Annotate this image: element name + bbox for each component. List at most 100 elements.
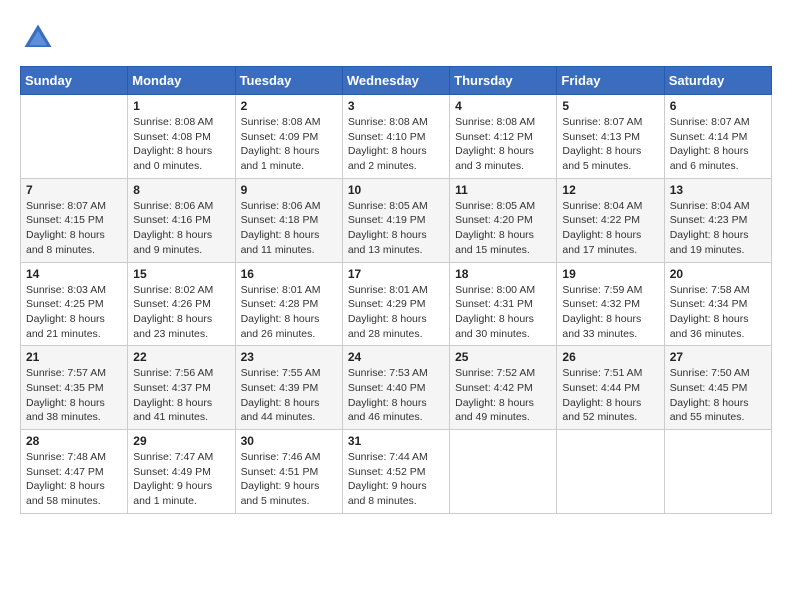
day-number: 17: [348, 267, 444, 281]
calendar-week-row: 7 Sunrise: 8:07 AM Sunset: 4:15 PM Daylig…: [21, 178, 772, 262]
day-number: 18: [455, 267, 551, 281]
calendar-week-row: 28 Sunrise: 7:48 AM Sunset: 4:47 PM Dayli…: [21, 430, 772, 514]
logo-icon: [20, 20, 56, 56]
calendar-cell: 1 Sunrise: 8:08 AM Sunset: 4:08 PM Daylig…: [128, 95, 235, 179]
day-info: Sunrise: 7:52 AM Sunset: 4:42 PM Dayligh…: [455, 366, 551, 425]
day-info: Sunrise: 8:08 AM Sunset: 4:12 PM Dayligh…: [455, 115, 551, 174]
day-number: 26: [562, 350, 658, 364]
calendar-body: 1 Sunrise: 8:08 AM Sunset: 4:08 PM Daylig…: [21, 95, 772, 514]
calendar-cell: 15 Sunrise: 8:02 AM Sunset: 4:26 PM Dayli…: [128, 262, 235, 346]
calendar-cell: 10 Sunrise: 8:05 AM Sunset: 4:19 PM Dayli…: [342, 178, 449, 262]
day-number: 6: [670, 99, 766, 113]
weekday-header: Friday: [557, 67, 664, 95]
day-number: 31: [348, 434, 444, 448]
day-info: Sunrise: 8:07 AM Sunset: 4:14 PM Dayligh…: [670, 115, 766, 174]
calendar-cell: 18 Sunrise: 8:00 AM Sunset: 4:31 PM Dayli…: [450, 262, 557, 346]
day-info: Sunrise: 7:48 AM Sunset: 4:47 PM Dayligh…: [26, 450, 122, 509]
calendar-cell: 23 Sunrise: 7:55 AM Sunset: 4:39 PM Dayli…: [235, 346, 342, 430]
logo: [20, 20, 62, 56]
day-info: Sunrise: 7:51 AM Sunset: 4:44 PM Dayligh…: [562, 366, 658, 425]
day-info: Sunrise: 8:02 AM Sunset: 4:26 PM Dayligh…: [133, 283, 229, 342]
day-number: 12: [562, 183, 658, 197]
day-info: Sunrise: 8:07 AM Sunset: 4:15 PM Dayligh…: [26, 199, 122, 258]
day-info: Sunrise: 8:00 AM Sunset: 4:31 PM Dayligh…: [455, 283, 551, 342]
day-info: Sunrise: 8:06 AM Sunset: 4:18 PM Dayligh…: [241, 199, 337, 258]
day-info: Sunrise: 7:58 AM Sunset: 4:34 PM Dayligh…: [670, 283, 766, 342]
day-number: 16: [241, 267, 337, 281]
day-number: 13: [670, 183, 766, 197]
calendar-cell: 11Sunrise: 8:05 AM Sunset: 4:20 PM Dayli…: [450, 178, 557, 262]
weekday-header: Tuesday: [235, 67, 342, 95]
calendar-cell: 21 Sunrise: 7:57 AM Sunset: 4:35 PM Dayli…: [21, 346, 128, 430]
day-info: Sunrise: 8:04 AM Sunset: 4:22 PM Dayligh…: [562, 199, 658, 258]
calendar-cell: 5 Sunrise: 8:07 AM Sunset: 4:13 PM Daylig…: [557, 95, 664, 179]
day-info: Sunrise: 8:08 AM Sunset: 4:08 PM Dayligh…: [133, 115, 229, 174]
page-header: [20, 20, 772, 56]
day-number: 24: [348, 350, 444, 364]
weekday-header: Sunday: [21, 67, 128, 95]
calendar-cell: 7 Sunrise: 8:07 AM Sunset: 4:15 PM Daylig…: [21, 178, 128, 262]
calendar-cell: 8Sunrise: 8:06 AM Sunset: 4:16 PM Daylig…: [128, 178, 235, 262]
day-info: Sunrise: 8:03 AM Sunset: 4:25 PM Dayligh…: [26, 283, 122, 342]
calendar-cell: [557, 430, 664, 514]
calendar-cell: 19Sunrise: 7:59 AM Sunset: 4:32 PM Dayli…: [557, 262, 664, 346]
day-info: Sunrise: 8:08 AM Sunset: 4:10 PM Dayligh…: [348, 115, 444, 174]
calendar-cell: 31 Sunrise: 7:44 AM Sunset: 4:52 PM Dayli…: [342, 430, 449, 514]
day-number: 19: [562, 267, 658, 281]
calendar-cell: 4 Sunrise: 8:08 AM Sunset: 4:12 PM Daylig…: [450, 95, 557, 179]
calendar-cell: 9 Sunrise: 8:06 AM Sunset: 4:18 PM Daylig…: [235, 178, 342, 262]
day-number: 4: [455, 99, 551, 113]
calendar-cell: 20 Sunrise: 7:58 AM Sunset: 4:34 PM Dayli…: [664, 262, 771, 346]
day-info: Sunrise: 7:56 AM Sunset: 4:37 PM Dayligh…: [133, 366, 229, 425]
calendar-cell: 2Sunrise: 8:08 AM Sunset: 4:09 PM Daylig…: [235, 95, 342, 179]
calendar-week-row: 14 Sunrise: 8:03 AM Sunset: 4:25 PM Dayli…: [21, 262, 772, 346]
day-number: 20: [670, 267, 766, 281]
day-info: Sunrise: 7:46 AM Sunset: 4:51 PM Dayligh…: [241, 450, 337, 509]
calendar-cell: [21, 95, 128, 179]
day-info: Sunrise: 7:47 AM Sunset: 4:49 PM Dayligh…: [133, 450, 229, 509]
calendar-cell: 22Sunrise: 7:56 AM Sunset: 4:37 PM Dayli…: [128, 346, 235, 430]
calendar-cell: 17Sunrise: 8:01 AM Sunset: 4:29 PM Dayli…: [342, 262, 449, 346]
day-info: Sunrise: 7:44 AM Sunset: 4:52 PM Dayligh…: [348, 450, 444, 509]
day-number: 9: [241, 183, 337, 197]
calendar-cell: 3Sunrise: 8:08 AM Sunset: 4:10 PM Daylig…: [342, 95, 449, 179]
calendar-week-row: 1 Sunrise: 8:08 AM Sunset: 4:08 PM Daylig…: [21, 95, 772, 179]
day-number: 21: [26, 350, 122, 364]
calendar-cell: 26 Sunrise: 7:51 AM Sunset: 4:44 PM Dayli…: [557, 346, 664, 430]
day-number: 7: [26, 183, 122, 197]
day-info: Sunrise: 8:06 AM Sunset: 4:16 PM Dayligh…: [133, 199, 229, 258]
day-number: 27: [670, 350, 766, 364]
day-number: 1: [133, 99, 229, 113]
weekday-header: Wednesday: [342, 67, 449, 95]
day-number: 25: [455, 350, 551, 364]
day-info: Sunrise: 7:53 AM Sunset: 4:40 PM Dayligh…: [348, 366, 444, 425]
day-info: Sunrise: 8:07 AM Sunset: 4:13 PM Dayligh…: [562, 115, 658, 174]
day-number: 2: [241, 99, 337, 113]
day-number: 5: [562, 99, 658, 113]
day-number: 28: [26, 434, 122, 448]
calendar-cell: 14 Sunrise: 8:03 AM Sunset: 4:25 PM Dayli…: [21, 262, 128, 346]
day-number: 29: [133, 434, 229, 448]
calendar-cell: 25 Sunrise: 7:52 AM Sunset: 4:42 PM Dayli…: [450, 346, 557, 430]
day-number: 30: [241, 434, 337, 448]
day-info: Sunrise: 7:50 AM Sunset: 4:45 PM Dayligh…: [670, 366, 766, 425]
calendar-cell: [664, 430, 771, 514]
calendar-cell: 28 Sunrise: 7:48 AM Sunset: 4:47 PM Dayli…: [21, 430, 128, 514]
calendar-cell: 6 Sunrise: 8:07 AM Sunset: 4:14 PM Daylig…: [664, 95, 771, 179]
day-info: Sunrise: 8:05 AM Sunset: 4:19 PM Dayligh…: [348, 199, 444, 258]
day-info: Sunrise: 7:55 AM Sunset: 4:39 PM Dayligh…: [241, 366, 337, 425]
day-number: 14: [26, 267, 122, 281]
day-number: 23: [241, 350, 337, 364]
calendar-cell: 27 Sunrise: 7:50 AM Sunset: 4:45 PM Dayli…: [664, 346, 771, 430]
calendar-cell: 13 Sunrise: 8:04 AM Sunset: 4:23 PM Dayli…: [664, 178, 771, 262]
day-info: Sunrise: 8:04 AM Sunset: 4:23 PM Dayligh…: [670, 199, 766, 258]
day-number: 15: [133, 267, 229, 281]
day-info: Sunrise: 8:05 AM Sunset: 4:20 PM Dayligh…: [455, 199, 551, 258]
day-number: 10: [348, 183, 444, 197]
calendar-cell: [450, 430, 557, 514]
weekday-header: Thursday: [450, 67, 557, 95]
weekday-header-row: SundayMondayTuesdayWednesdayThursdayFrid…: [21, 67, 772, 95]
day-info: Sunrise: 8:01 AM Sunset: 4:28 PM Dayligh…: [241, 283, 337, 342]
calendar-cell: 12 Sunrise: 8:04 AM Sunset: 4:22 PM Dayli…: [557, 178, 664, 262]
day-info: Sunrise: 7:57 AM Sunset: 4:35 PM Dayligh…: [26, 366, 122, 425]
